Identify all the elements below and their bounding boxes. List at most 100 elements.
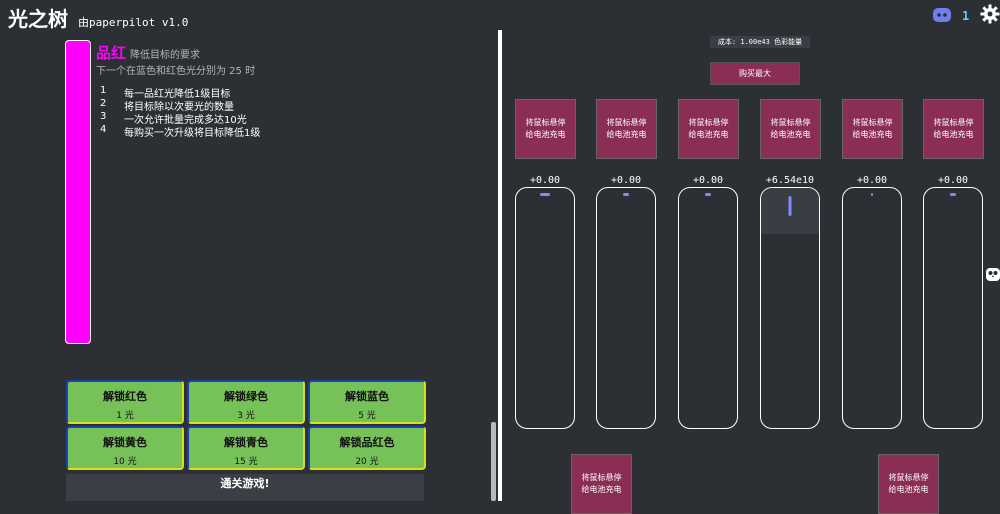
unlock-label: 解锁红色 xyxy=(103,390,147,403)
unlock-label: 解锁青色 xyxy=(224,436,268,449)
charge-button-label: 将鼠标悬停给电池充电 xyxy=(582,472,622,496)
next-requirement-text: 下一个在蓝色和红色光分别为 25 时 xyxy=(96,66,256,77)
charge-button-label: 将鼠标悬停给电池充电 xyxy=(853,117,893,141)
unlock-cost: 3 光 xyxy=(237,411,255,421)
battery[interactable] xyxy=(760,187,820,429)
battery-amount: +0.00 xyxy=(529,175,561,186)
charge-label-line2: 给电池充电 xyxy=(852,130,893,139)
charge-label-line2: 给电池充电 xyxy=(606,130,647,139)
charge-button-label: 将鼠标悬停给电池充电 xyxy=(771,117,811,141)
charge-button-label: 将鼠标悬停给电池充电 xyxy=(689,117,729,141)
charge-battery-button[interactable]: 将鼠标悬停给电池充电 xyxy=(842,99,903,159)
charge-battery-button[interactable]: 将鼠标悬停给电池充电 xyxy=(760,99,821,159)
battery-amount: +0.00 xyxy=(937,175,969,186)
charge-battery-button[interactable]: 将鼠标悬停给电池充电 xyxy=(515,99,576,159)
unlock-label: 解锁绿色 xyxy=(224,390,268,403)
unlock-magenta-button[interactable]: 解锁品红色 20 光 xyxy=(308,426,426,470)
unlock-yellow-button[interactable]: 解锁黄色 10 光 xyxy=(66,426,184,470)
owl-icon[interactable] xyxy=(986,266,1000,282)
battery-amount: +0.00 xyxy=(856,175,888,186)
perk-text: 将目标除以次要光的数量 xyxy=(124,102,234,113)
battery-charge-mark xyxy=(788,196,792,216)
charge-label-line1: 将鼠标悬停 xyxy=(581,473,622,482)
discord-icon[interactable] xyxy=(932,5,952,25)
perk-text: 每购买一次升级将目标降低1级 xyxy=(124,128,261,139)
left-scrollbar[interactable] xyxy=(490,30,498,501)
charge-label-line2: 给电池充电 xyxy=(933,130,974,139)
battery-amount: +0.00 xyxy=(610,175,642,186)
charge-button-label: 将鼠标悬停给电池充电 xyxy=(889,472,929,496)
unlock-label: 解锁品红色 xyxy=(339,436,395,449)
battery-charge-mark xyxy=(623,193,629,196)
battery-charge-mark xyxy=(950,193,956,196)
charge-button-label: 将鼠标悬停给电池充电 xyxy=(526,117,566,141)
charge-label-line2: 给电池充电 xyxy=(581,485,622,494)
unlock-cost: 1 光 xyxy=(116,411,134,421)
charge-battery-button[interactable]: 将鼠标悬停给电池充电 xyxy=(678,99,739,159)
charge-label-line2: 给电池充电 xyxy=(525,130,566,139)
charge-button-label: 将鼠标悬停给电池充电 xyxy=(934,117,974,141)
charge-label-line1: 将鼠标悬停 xyxy=(933,118,974,127)
perk-item: 4 每购买一次升级将目标降低1级 xyxy=(100,124,261,139)
perk-item: 3 一次允许批量完成多达10光 xyxy=(100,111,260,126)
perk-number: 4 xyxy=(100,124,107,135)
perk-list: 1 每一品红光降低1级目标 2 将目标除以次要光的数量 3 一次允许批量完成多达10光… xyxy=(100,85,261,139)
charge-label-line1: 将鼠标悬停 xyxy=(525,118,566,127)
right-pane: 成本: 1.00e43 色彩能量 购买最大 将鼠标悬停 给电池充电 +0.00 将鼠标… xyxy=(505,30,1000,514)
charge-battery-button[interactable]: 将鼠标悬停给电池充电 xyxy=(571,454,632,514)
goal-text: 降低目标的要求 xyxy=(130,50,200,61)
unlock-cost: 10 光 xyxy=(113,457,137,467)
scrollbar-thumb[interactable] xyxy=(491,422,496,501)
unlock-blue-button[interactable]: 解锁蓝色 5 光 xyxy=(308,380,426,424)
perk-number: 2 xyxy=(100,98,107,109)
charge-label-line1: 将鼠标悬停 xyxy=(770,118,811,127)
unlock-red-button[interactable]: 解锁红色 1 光 xyxy=(66,380,184,424)
perk-number: 1 xyxy=(100,85,107,96)
unlock-cyan-button[interactable]: 解锁青色 15 光 xyxy=(187,426,305,470)
perk-number: 3 xyxy=(100,111,107,122)
perk-text: 一次允许批量完成多达10光 xyxy=(124,115,247,126)
charge-label-line1: 将鼠标悬停 xyxy=(888,473,929,482)
battery-charge-mark xyxy=(540,193,550,196)
magenta-light-bar xyxy=(65,40,91,344)
charge-label-line2: 给电池充电 xyxy=(770,130,811,139)
charge-battery-button[interactable]: 将鼠标悬停给电池充电 xyxy=(878,454,939,514)
battery-charge-mark xyxy=(871,193,873,196)
unlock-green-button[interactable]: 解锁绿色 3 光 xyxy=(187,380,305,424)
top-bar: 光之树 由paperpilot v1.0 1 xyxy=(0,0,1000,31)
charge-label-line1: 将鼠标悬停 xyxy=(606,118,647,127)
unlock-cost: 20 光 xyxy=(355,457,379,467)
charge-label-line1: 将鼠标悬停 xyxy=(852,118,893,127)
online-count: 1 xyxy=(962,9,970,23)
battery[interactable] xyxy=(842,187,902,429)
unlock-label: 解锁黄色 xyxy=(103,436,147,449)
charge-label-line2: 给电池充电 xyxy=(688,130,729,139)
color-name: 品红 xyxy=(96,44,127,62)
buy-max-button[interactable]: 购买最大 xyxy=(710,62,800,85)
gear-icon[interactable] xyxy=(980,4,1000,24)
app-version: 由paperpilot v1.0 xyxy=(78,16,189,29)
unlock-cost: 5 光 xyxy=(358,411,376,421)
charge-label-line1: 将鼠标悬停 xyxy=(688,118,729,127)
pane-divider[interactable] xyxy=(498,30,502,501)
charge-button-label: 将鼠标悬停给电池充电 xyxy=(607,117,647,141)
charge-label-line2: 给电池充电 xyxy=(888,485,929,494)
battery-amount: +6.54e10 xyxy=(765,175,815,186)
unlock-label: 解锁蓝色 xyxy=(345,390,389,403)
charge-battery-button[interactable]: 将鼠标悬停给电池充电 xyxy=(596,99,657,159)
battery[interactable] xyxy=(923,187,983,429)
battery[interactable] xyxy=(596,187,656,429)
app-title: 光之树 xyxy=(8,7,68,31)
win-game-button[interactable]: 通关游戏! xyxy=(66,474,424,501)
charge-battery-button[interactable]: 将鼠标悬停给电池充电 xyxy=(923,99,984,159)
perk-item: 2 将目标除以次要光的数量 xyxy=(100,98,260,113)
unlock-cost: 15 光 xyxy=(234,457,258,467)
battery-charge-mark xyxy=(705,193,711,196)
perk-item: 1 每一品红光降低1级目标 xyxy=(100,85,260,100)
battery[interactable] xyxy=(678,187,738,429)
perk-text: 每一品红光降低1级目标 xyxy=(124,89,231,100)
battery[interactable] xyxy=(515,187,575,429)
left-pane: 品红 降低目标的要求 下一个在蓝色和红色光分别为 25 时 1 每一品红光降低1级… xyxy=(0,30,490,501)
cost-label: 成本: 1.00e43 色彩能量 xyxy=(710,36,810,48)
battery-amount: +0.00 xyxy=(692,175,724,186)
